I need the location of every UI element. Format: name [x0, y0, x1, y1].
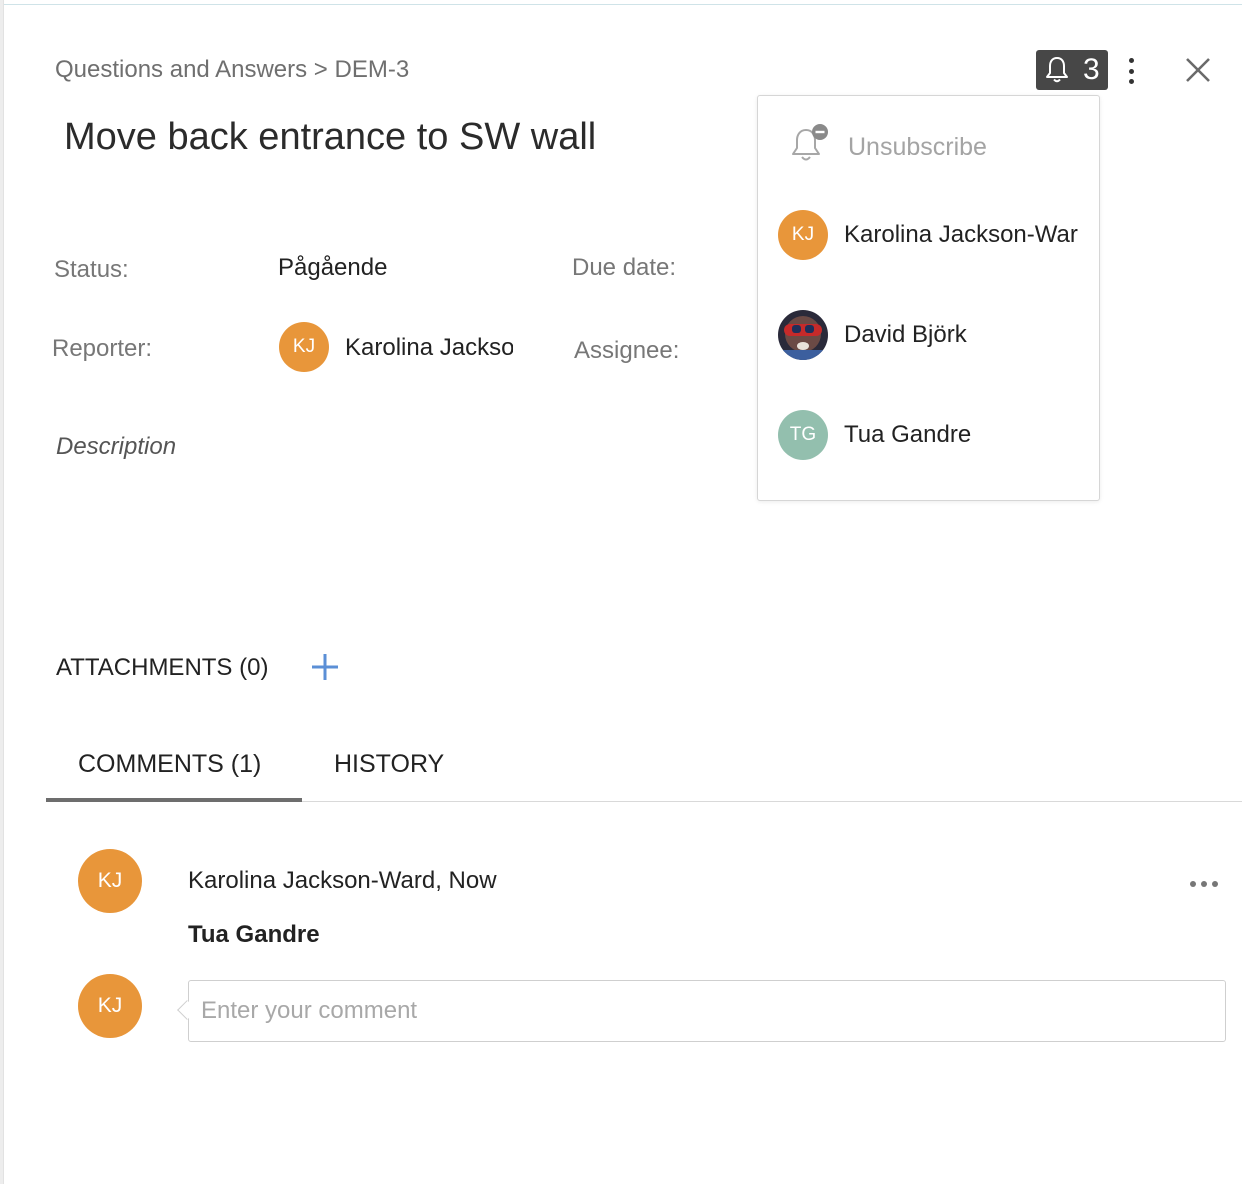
unsubscribe-label: Unsubscribe	[848, 132, 987, 161]
page-title: Move back entrance to SW wall	[64, 116, 597, 158]
subscriber-avatar: KJ	[778, 210, 828, 260]
due-date-label: Due date:	[572, 254, 677, 281]
subscriber-name: Tua Gandre	[844, 421, 972, 448]
kebab-dot	[1128, 79, 1134, 84]
close-button[interactable]	[1180, 52, 1216, 88]
attachments-heading: ATTACHMENTS (0)	[56, 654, 269, 681]
unsubscribe-button[interactable]: Unsubscribe	[786, 123, 1076, 171]
subscriber-item[interactable]: David Björk	[778, 309, 1098, 361]
current-user-avatar: KJ	[78, 974, 142, 1038]
close-icon	[1186, 58, 1210, 82]
more-options-button[interactable]	[1120, 56, 1142, 86]
subscriber-avatar: TG	[778, 410, 828, 460]
bell-unsubscribe-icon	[786, 123, 832, 171]
comment-input[interactable]	[188, 980, 1226, 1042]
reporter-name[interactable]: Karolina Jackson-Ward	[345, 334, 513, 362]
comment-author-avatar: KJ	[78, 849, 142, 913]
active-tab-indicator	[46, 798, 302, 802]
tab-history[interactable]: HISTORY	[334, 750, 444, 779]
description-label[interactable]: Description	[56, 433, 176, 461]
tab-comments[interactable]: COMMENTS (1)	[78, 750, 261, 779]
assignee-label: Assignee:	[574, 337, 680, 364]
ellipsis-dot	[1190, 881, 1196, 887]
comment-author-line: Karolina Jackson-Ward, Now	[188, 867, 497, 894]
subscribers-popup: Unsubscribe KJ Karolina Jackson-Ward Dav…	[757, 95, 1100, 501]
reporter-avatar: KJ	[279, 322, 329, 372]
subscribers-button[interactable]: 3	[1036, 50, 1108, 90]
status-value[interactable]: Pågående	[278, 254, 387, 282]
comment-input-container	[177, 980, 1226, 1042]
breadcrumb[interactable]: Questions and Answers > DEM-3	[55, 56, 409, 84]
top-divider	[0, 0, 1242, 5]
left-panel-edge	[0, 0, 4, 1184]
comment-text: Tua Gandre	[188, 921, 320, 948]
status-label: Status:	[54, 256, 129, 283]
subscriber-item[interactable]: KJ Karolina Jackson-Ward	[778, 209, 1098, 261]
subscriber-item[interactable]: TG Tua Gandre	[778, 409, 1098, 461]
reporter-label: Reporter:	[52, 335, 153, 362]
kebab-dot	[1128, 68, 1134, 74]
subscriber-name: David Björk	[844, 321, 967, 348]
add-attachment-button[interactable]	[310, 652, 340, 682]
subscriber-name: Karolina Jackson-Ward	[844, 221, 1078, 248]
comment-menu-button[interactable]	[1190, 876, 1218, 892]
ellipsis-dot	[1212, 881, 1218, 887]
subscriber-count: 3	[1083, 53, 1100, 86]
subscriber-photo-avatar	[778, 310, 828, 360]
kebab-dot	[1128, 58, 1134, 63]
plus-icon	[312, 654, 338, 680]
ellipsis-dot	[1201, 881, 1207, 887]
bell-icon	[1041, 54, 1073, 86]
